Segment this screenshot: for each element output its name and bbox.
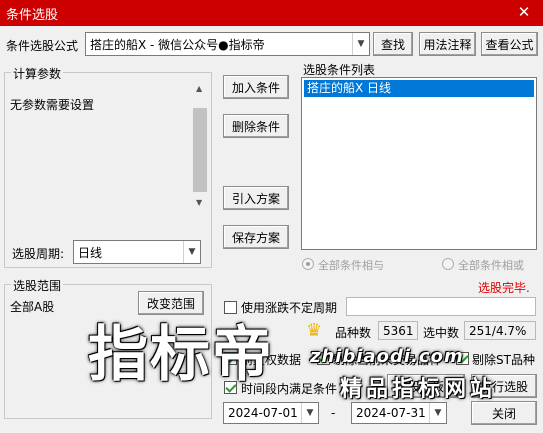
find-button[interactable]: 查找 (373, 32, 413, 56)
logic-or-radio[interactable] (442, 258, 454, 270)
prev-adjust-checkbox[interactable] (224, 352, 237, 365)
close-button[interactable]: 关闭 (471, 401, 537, 425)
save-plan-button[interactable]: 保存方案 (223, 225, 289, 249)
logic-and-label: 全部条件相与 (318, 259, 384, 272)
chevron-down-icon[interactable]: ▼ (429, 403, 446, 423)
view-formula-button[interactable]: 查看公式 (481, 32, 538, 56)
end-date-picker[interactable]: 2024-07-31 ▼ (351, 402, 447, 424)
change-range-button[interactable]: 改变范围 (138, 291, 204, 315)
time-range-checkbox[interactable] (224, 381, 237, 394)
conditions-list[interactable]: 搭庄的船X 日线 (301, 77, 537, 250)
period-value: 日线 (78, 245, 103, 260)
undetermined-period-label: 使用涨跌不定周期 (241, 301, 338, 315)
range-value: 全部A股 (10, 300, 55, 314)
window-title: 条件选股 (6, 7, 59, 23)
scroll-down-icon[interactable]: ▼ (196, 198, 202, 207)
scroll-up-icon[interactable]: ▲ (196, 84, 202, 93)
execute-button[interactable]: 执行选股 (471, 374, 537, 398)
undetermined-period-input[interactable] (346, 297, 536, 316)
chevron-down-icon[interactable]: ▼ (183, 241, 200, 263)
window-titlebar: 条件选股 ✕ (0, 0, 543, 26)
close-icon[interactable]: ✕ (515, 3, 533, 21)
status-text: 选股完毕. (478, 281, 530, 295)
period-label: 选股周期: (12, 247, 65, 261)
start-date-picker[interactable]: 2024-07-01 ▼ (223, 402, 319, 424)
delete-condition-button[interactable]: 删除条件 (223, 114, 289, 138)
scroll-thumb[interactable] (193, 108, 207, 192)
undetermined-period-checkbox[interactable] (224, 301, 237, 314)
prev-adjust-label: 前复权数据 (241, 353, 302, 367)
select-to-block-button[interactable]: 选股入板块 (387, 374, 465, 398)
import-plan-button[interactable]: 引入方案 (223, 186, 289, 210)
count-value: 5361 (378, 321, 418, 340)
params-legend: 计算参数 (11, 65, 64, 82)
usage-notes-button[interactable]: 用法注释 (419, 32, 476, 56)
count-label: 品种数 (335, 326, 372, 340)
add-condition-button[interactable]: 加入条件 (223, 75, 289, 99)
formula-label: 条件选股公式 (6, 39, 79, 53)
params-scrollbar[interactable]: ▲ ▼ (192, 78, 208, 212)
selected-value: 251/4.7% (464, 321, 536, 340)
logic-and-radio[interactable] (302, 258, 314, 270)
exclude-untraded-label: 剔除当前未交易品种 (333, 353, 442, 367)
chevron-down-icon[interactable]: ▼ (352, 33, 369, 55)
exclude-untraded-checkbox[interactable] (317, 352, 330, 365)
end-date-value: 2024-07-31 (356, 406, 426, 420)
no-params-text: 无参数需要设置 (10, 98, 95, 112)
time-range-label: 时间段内满足条件 (241, 382, 338, 396)
logic-or-label: 全部条件相或 (458, 259, 524, 272)
date-separator: - (331, 406, 336, 420)
exclude-st-label: 剔除ST品种 (472, 353, 535, 367)
crown-icon: ♛ (306, 320, 323, 341)
selected-label: 选中数 (423, 326, 460, 340)
chevron-down-icon[interactable]: ▼ (301, 403, 318, 423)
list-item[interactable]: 搭庄的船X 日线 (304, 80, 534, 97)
start-date-value: 2024-07-01 (228, 406, 298, 420)
conditions-legend: 选股条件列表 (303, 63, 376, 77)
exclude-st-checkbox[interactable] (456, 352, 469, 365)
range-legend: 选股范围 (11, 277, 64, 294)
period-select[interactable]: 日线 ▼ (73, 240, 201, 264)
formula-select[interactable]: 搭庄的船X - 微信公众号●指标帝 ▼ (85, 32, 370, 56)
formula-value: 搭庄的船X - 微信公众号●指标帝 (90, 37, 265, 52)
